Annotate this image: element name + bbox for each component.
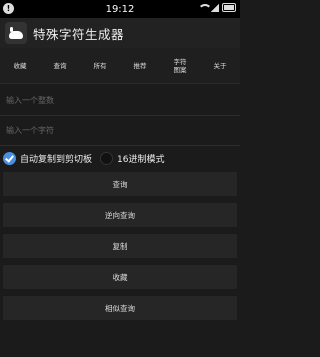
- radio-unchecked-icon[interactable]: [100, 151, 114, 165]
- status-time: 19:12: [105, 3, 135, 15]
- options-row: 自动复制到剪切板 16进制模式: [0, 148, 240, 168]
- app-bar: 特殊字符生成器: [0, 18, 240, 48]
- tab-bar: 收藏 查询 所有 推荐 字符图案 关于: [0, 48, 240, 84]
- tab-label: 字符图案: [173, 57, 187, 74]
- cat-logo-icon: [5, 22, 27, 44]
- tab-char-patterns[interactable]: 字符图案: [160, 48, 200, 83]
- auto-copy-label: 自动复制到剪切板: [20, 154, 93, 165]
- battery-icon: [222, 3, 236, 12]
- number-input[interactable]: [0, 86, 240, 116]
- tab-query[interactable]: 查询: [40, 48, 80, 83]
- app-title: 特殊字符生成器: [33, 26, 125, 42]
- char-input[interactable]: [0, 116, 240, 146]
- tab-about[interactable]: 关于: [200, 48, 240, 83]
- status-icons: [198, 3, 236, 12]
- status-bar: ! 19:12: [0, 0, 240, 18]
- query-button[interactable]: 查询: [2, 171, 238, 197]
- similar-query-button[interactable]: 相似查询: [2, 295, 238, 321]
- signal-icon: [211, 3, 219, 12]
- tab-label: 查询: [53, 61, 67, 70]
- tab-favorites[interactable]: 收藏: [0, 48, 40, 83]
- checkbox-checked-icon[interactable]: [3, 151, 16, 165]
- tab-label: 收藏: [13, 61, 27, 70]
- auto-copy-option[interactable]: 自动复制到剪切板: [0, 151, 93, 165]
- hex-mode-label: 16进制模式: [117, 154, 165, 165]
- tab-recommended[interactable]: 推荐: [120, 48, 160, 83]
- tab-label: 关于: [213, 61, 227, 70]
- notification-icon: !: [3, 3, 14, 14]
- hex-mode-option[interactable]: 16进制模式: [92, 151, 165, 165]
- copy-button[interactable]: 复制: [2, 233, 238, 259]
- tab-label: 所有: [93, 61, 107, 70]
- wifi-icon: [198, 3, 212, 12]
- favorite-button[interactable]: 收藏: [2, 264, 238, 290]
- tab-all[interactable]: 所有: [80, 48, 120, 83]
- tab-label: 推荐: [133, 61, 147, 70]
- reverse-query-button[interactable]: 逆向查询: [2, 202, 238, 228]
